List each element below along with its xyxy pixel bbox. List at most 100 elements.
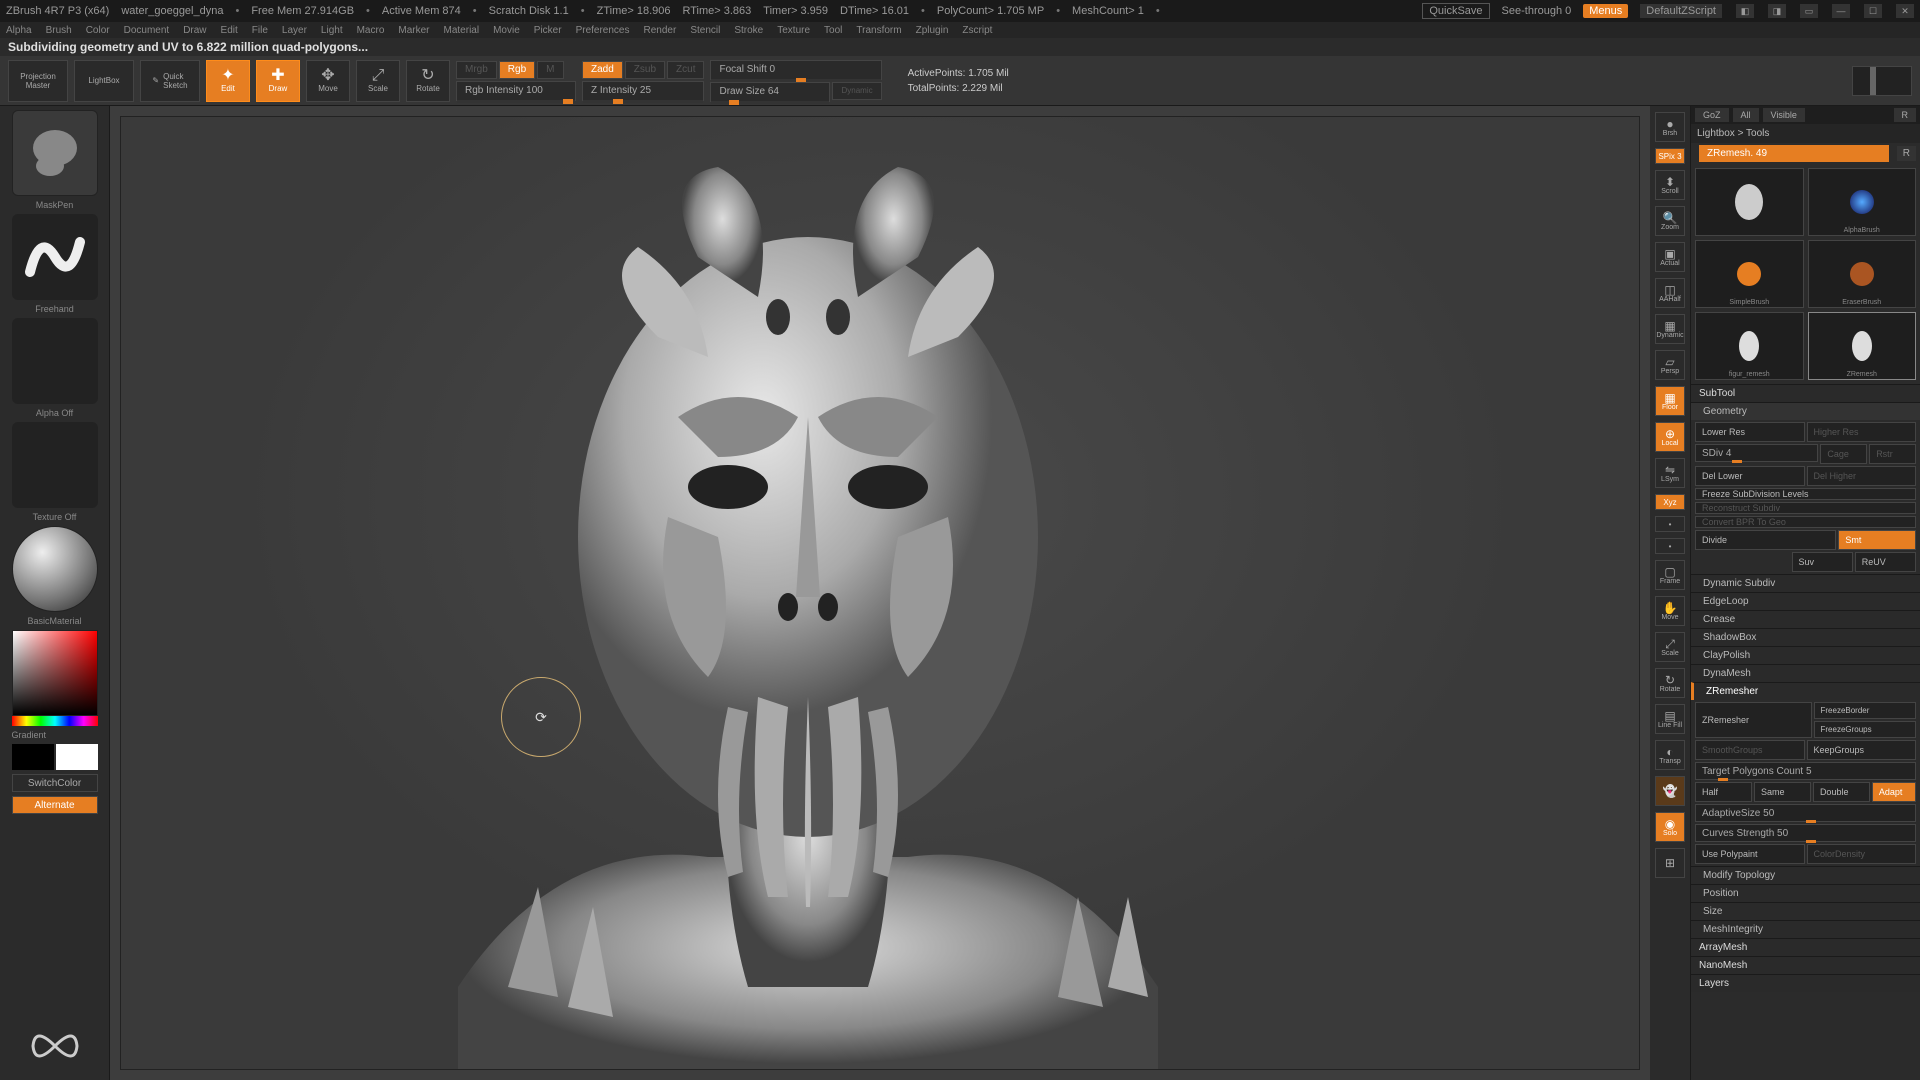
alpha-slot[interactable] — [12, 318, 98, 404]
same-button[interactable]: Same — [1754, 782, 1811, 802]
rotate-nav-button[interactable]: ↻Rotate — [1655, 668, 1685, 698]
menu-edit[interactable]: Edit — [221, 25, 238, 36]
scale-button[interactable]: ⤢Scale — [356, 60, 400, 102]
color-density-slider[interactable]: ColorDensity — [1807, 844, 1917, 864]
maximize-icon[interactable]: ☐ — [1864, 4, 1882, 18]
menu-transform[interactable]: Transform — [856, 25, 901, 36]
z-axis-button[interactable]: • — [1655, 538, 1685, 554]
quick-sketch-button[interactable]: ✎Quick Sketch — [140, 60, 200, 102]
use-polypaint-toggle[interactable]: Use Polypaint — [1695, 844, 1805, 864]
menu-zscript[interactable]: Zscript — [962, 25, 992, 36]
scale-nav-button[interactable]: ⤢Scale — [1655, 632, 1685, 662]
menu-material[interactable]: Material — [444, 25, 480, 36]
double-button[interactable]: Double — [1813, 782, 1870, 802]
convert-bpr-button[interactable]: Convert BPR To Geo — [1695, 516, 1916, 528]
lower-res-button[interactable]: Lower Res — [1695, 422, 1805, 442]
menu-layer[interactable]: Layer — [282, 25, 307, 36]
texture-slot[interactable] — [12, 422, 98, 508]
zcut-toggle[interactable]: Zcut — [667, 61, 704, 79]
menu-light[interactable]: Light — [321, 25, 343, 36]
claypolish-section[interactable]: ClayPolish — [1691, 646, 1920, 664]
shadowbox-section[interactable]: ShadowBox — [1691, 628, 1920, 646]
menu-tool[interactable]: Tool — [824, 25, 842, 36]
menu-alpha[interactable]: Alpha — [6, 25, 32, 36]
transp-button[interactable]: ◐Transp — [1655, 740, 1685, 770]
thumb-eraserbrush[interactable]: EraserBrush — [1808, 240, 1917, 308]
menu-preferences[interactable]: Preferences — [576, 25, 630, 36]
menus-toggle[interactable]: Menus — [1583, 4, 1628, 18]
subtool-section[interactable]: SubTool — [1691, 384, 1920, 402]
rgb-toggle[interactable]: Rgb — [499, 61, 535, 79]
window-icon-1[interactable]: ◧ — [1736, 4, 1754, 18]
xyz-button[interactable]: Xyz — [1655, 494, 1685, 510]
persp-button[interactable]: ▱Persp — [1655, 350, 1685, 380]
freeze-border-toggle[interactable]: FreezeBorder — [1814, 702, 1917, 719]
color-swatches[interactable] — [12, 744, 98, 770]
floor-button[interactable]: ▦Floor — [1655, 386, 1685, 416]
dynamic-toggle[interactable]: Dynamic — [832, 82, 881, 100]
smt-toggle[interactable]: Smt — [1838, 530, 1916, 550]
zremesher-button[interactable]: ZRemesher — [1695, 702, 1812, 738]
zremesher-section[interactable]: ZRemesher — [1691, 682, 1920, 700]
y-axis-button[interactable]: • — [1655, 516, 1685, 532]
mesh-integrity-section[interactable]: MeshIntegrity — [1691, 920, 1920, 938]
reconstruct-button[interactable]: Reconstruct Subdiv — [1695, 502, 1916, 514]
switch-color-button[interactable]: SwitchColor — [12, 774, 98, 792]
draw-size-slider[interactable]: Draw Size 64 — [710, 82, 830, 102]
edit-button[interactable]: ✦Edit — [206, 60, 250, 102]
viewport[interactable]: ⟳ — [110, 106, 1650, 1080]
menu-movie[interactable]: Movie — [493, 25, 520, 36]
nanomesh-section[interactable]: NanoMesh — [1691, 956, 1920, 974]
adapt-toggle[interactable]: Adapt — [1872, 782, 1916, 802]
solo-button[interactable]: ◉Solo — [1655, 812, 1685, 842]
tool-name[interactable]: ZRemesh. 49 — [1699, 145, 1889, 162]
freeze-groups-toggle[interactable]: FreezeGroups — [1814, 721, 1917, 738]
menu-brush[interactable]: Brush — [46, 25, 72, 36]
thumb-simplebrush[interactable]: SimpleBrush — [1695, 240, 1804, 308]
brush-slot[interactable] — [12, 110, 98, 196]
menu-draw[interactable]: Draw — [183, 25, 206, 36]
move-button[interactable]: ✥Move — [306, 60, 350, 102]
default-script[interactable]: DefaultZScript — [1640, 4, 1722, 18]
projection-master-button[interactable]: Projection Master — [8, 60, 68, 102]
visible-tab[interactable]: Visible — [1763, 108, 1805, 122]
rotate-button[interactable]: ↻Rotate — [406, 60, 450, 102]
menu-picker[interactable]: Picker — [534, 25, 562, 36]
goz-tab[interactable]: GoZ — [1695, 108, 1729, 122]
menu-stroke[interactable]: Stroke — [734, 25, 763, 36]
rstr-button[interactable]: Rstr — [1869, 444, 1916, 464]
menu-marker[interactable]: Marker — [398, 25, 429, 36]
rgb-intensity-slider[interactable]: Rgb Intensity 100 — [456, 81, 576, 101]
mrgb-toggle[interactable]: Mrgb — [456, 61, 497, 79]
thumb-current[interactable] — [1695, 168, 1804, 236]
scroll-button[interactable]: ⬍Scroll — [1655, 170, 1685, 200]
xpose-button[interactable]: ⊞ — [1655, 848, 1685, 878]
del-lower-button[interactable]: Del Lower — [1695, 466, 1805, 486]
menu-stencil[interactable]: Stencil — [690, 25, 720, 36]
material-slot[interactable] — [12, 526, 98, 612]
zadd-toggle[interactable]: Zadd — [582, 61, 623, 79]
window-icon-2[interactable]: ◨ — [1768, 4, 1786, 18]
color-picker[interactable] — [12, 630, 98, 726]
menu-macro[interactable]: Macro — [357, 25, 385, 36]
ghost-button[interactable]: 👻 — [1655, 776, 1685, 806]
alternate-button[interactable]: Alternate — [12, 796, 98, 814]
r-tab[interactable]: R — [1894, 108, 1917, 122]
menu-color[interactable]: Color — [86, 25, 110, 36]
breadcrumb[interactable]: Lightbox > Tools — [1691, 124, 1920, 143]
m-toggle[interactable]: M — [537, 61, 563, 79]
gradient-label[interactable]: Gradient — [12, 730, 98, 740]
dynamic-nav-button[interactable]: ▦Dynamic — [1655, 314, 1685, 344]
reuv-button[interactable]: ReUV — [1855, 552, 1916, 572]
cage-button[interactable]: Cage — [1820, 444, 1867, 464]
menu-file[interactable]: File — [252, 25, 268, 36]
frame-button[interactable]: ▢Frame — [1655, 560, 1685, 590]
zoom-button[interactable]: 🔍Zoom — [1655, 206, 1685, 236]
lsym-button[interactable]: ⇋LSym — [1655, 458, 1685, 488]
close-icon[interactable]: ✕ — [1896, 4, 1914, 18]
seethrough-slider[interactable]: See-through 0 — [1502, 5, 1572, 17]
higher-res-button[interactable]: Higher Res — [1807, 422, 1917, 442]
z-intensity-slider[interactable]: Z Intensity 25 — [582, 81, 704, 101]
linefill-button[interactable]: ▤Line Fill — [1655, 704, 1685, 734]
draw-button[interactable]: ✚Draw — [256, 60, 300, 102]
